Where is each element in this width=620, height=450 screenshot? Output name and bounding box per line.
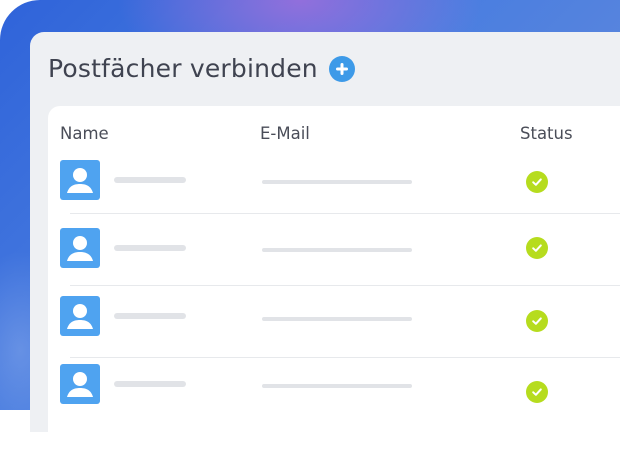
table-row[interactable] (48, 296, 620, 366)
user-avatar-icon (60, 296, 100, 336)
column-header-name: Name (60, 124, 109, 143)
table-row[interactable] (48, 156, 620, 226)
name-placeholder (114, 245, 186, 251)
name-placeholder (114, 313, 186, 319)
row-divider (70, 357, 620, 358)
user-avatar-icon (60, 160, 100, 200)
page-title: Postfächer verbinden (48, 54, 318, 83)
status-check-icon (526, 237, 548, 259)
email-placeholder (262, 384, 412, 388)
plus-icon (335, 62, 348, 75)
column-header-email: E-Mail (260, 124, 310, 143)
column-header-status: Status (520, 124, 573, 143)
panel-header: Postfächer verbinden (48, 54, 355, 83)
row-divider (70, 213, 620, 214)
email-placeholder (262, 180, 412, 184)
name-placeholder (114, 177, 186, 183)
user-avatar-icon (60, 228, 100, 268)
table-row[interactable] (48, 364, 620, 434)
user-avatar-icon (60, 364, 100, 404)
status-check-icon (526, 310, 548, 332)
mailbox-panel: Postfächer verbinden Name E-Mail Status (30, 32, 620, 436)
status-check-icon (526, 171, 548, 193)
name-placeholder (114, 381, 186, 387)
mailbox-table: Name E-Mail Status (48, 106, 620, 436)
email-placeholder (262, 317, 412, 321)
row-divider (70, 285, 620, 286)
status-check-icon (526, 381, 548, 403)
email-placeholder (262, 248, 412, 252)
add-mailbox-button[interactable] (328, 55, 355, 82)
